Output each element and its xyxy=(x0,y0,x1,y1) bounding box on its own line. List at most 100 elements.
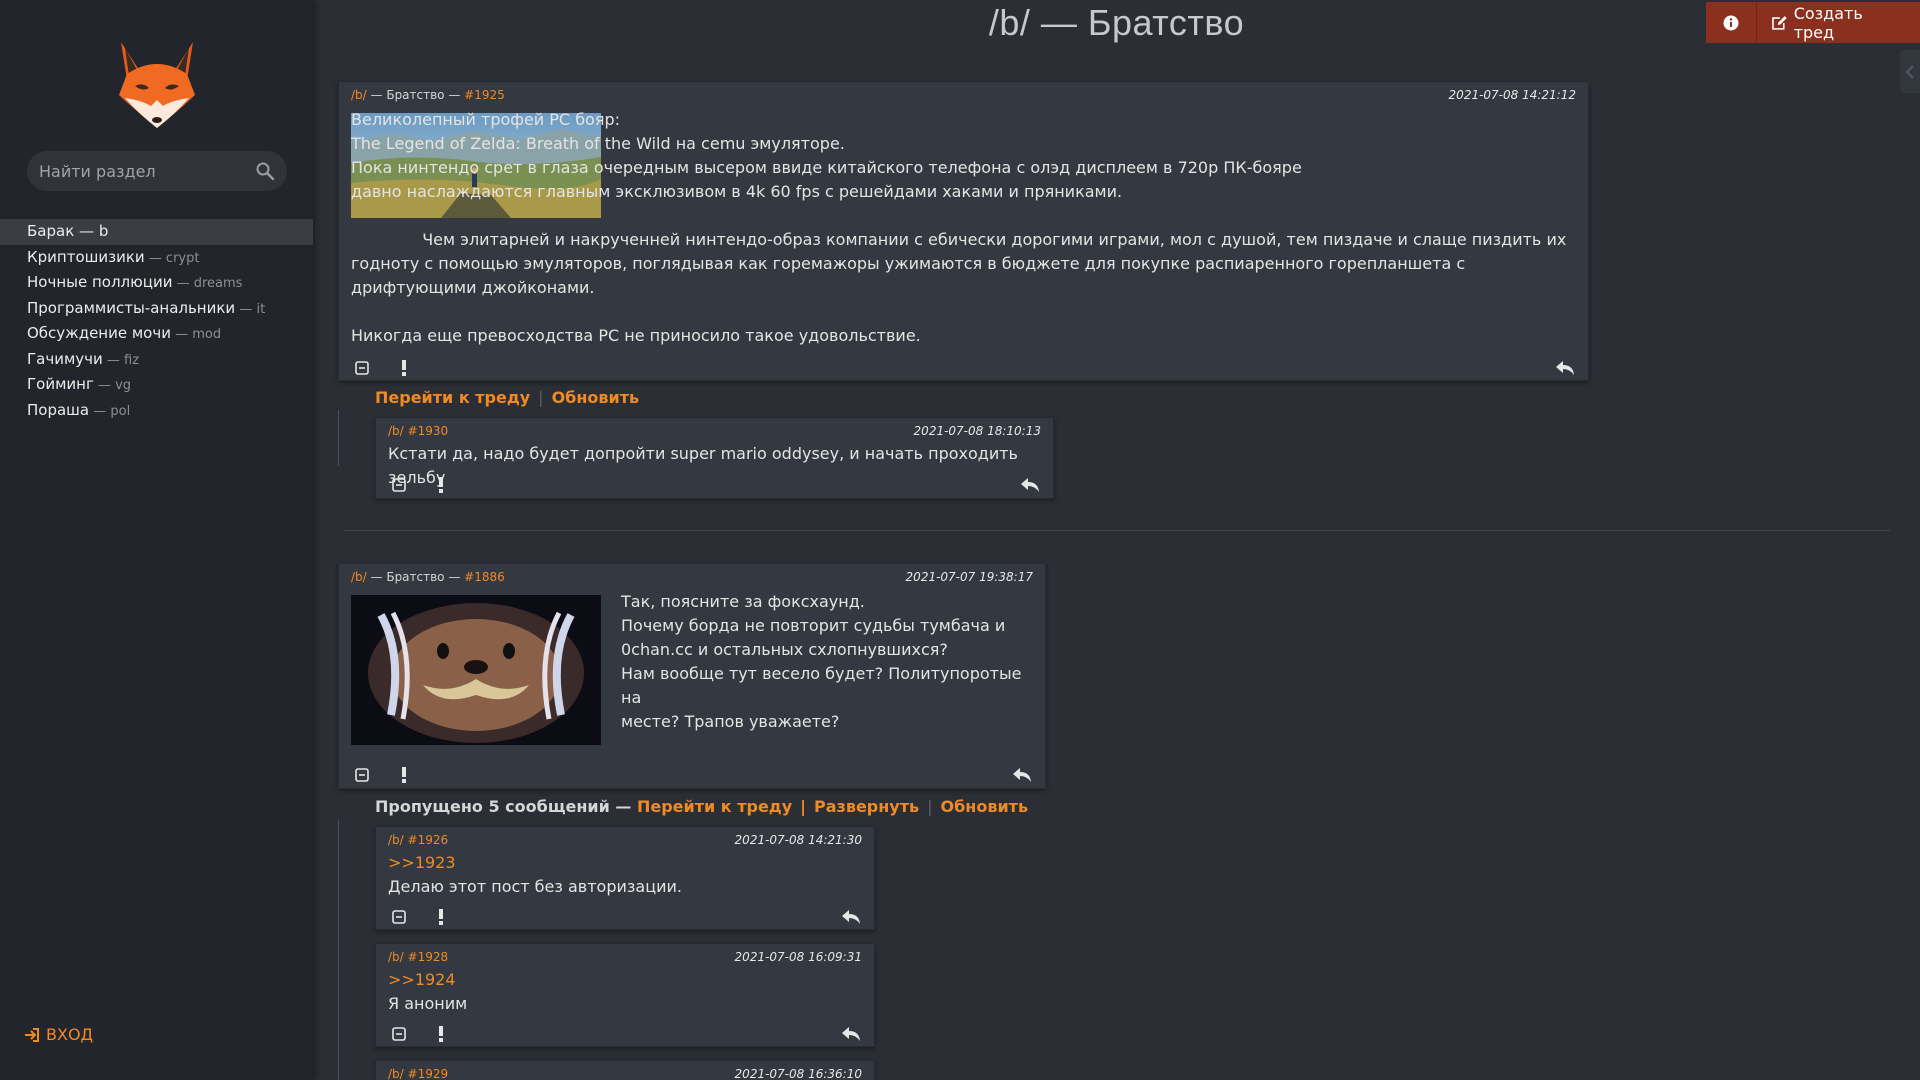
sidebar-item-separator: — xyxy=(102,352,125,368)
expand-thread-link[interactable]: Развернуть xyxy=(814,797,919,816)
post-date: 2021-07-08 16:36:10 xyxy=(734,1067,862,1080)
reply-button[interactable] xyxy=(1019,474,1041,496)
sidebar-item-crypt[interactable]: Криптошизики — crypt xyxy=(0,245,313,271)
post-actions xyxy=(351,357,1576,379)
report-post-button[interactable] xyxy=(430,474,452,496)
reply-post: /b/ #1930 2021-07-08 18:10:13 Кстати да,… xyxy=(375,417,1054,499)
sidebar-item-separator: — xyxy=(172,276,194,291)
link-separator: | xyxy=(927,797,933,816)
refresh-thread-link[interactable]: Обновить xyxy=(552,388,640,407)
exclamation-icon xyxy=(439,909,443,925)
sidebar-item-it[interactable]: Программисты-анальники — it xyxy=(0,296,313,322)
sidebar: Барак — b Криптошизики — crypt Ночные по… xyxy=(0,0,313,1080)
post-actions xyxy=(351,764,1033,786)
post-body: >>1923 Делаю этот пост без авторизации. xyxy=(388,851,864,899)
sidebar-item-fiz[interactable]: Гачимучи — fiz xyxy=(0,347,313,373)
post-body: >>1924 Я аноним xyxy=(388,968,864,1016)
post-thumbnail[interactable] xyxy=(351,595,601,745)
post-number-link[interactable]: #1930 xyxy=(408,424,449,438)
sidebar-item-dreams[interactable]: Ночные поллюции — dreams xyxy=(0,270,313,296)
board-link[interactable]: /b/ xyxy=(351,88,367,102)
reply-button[interactable] xyxy=(1011,764,1033,786)
sidebar-item-short: pol xyxy=(110,403,131,419)
board-link[interactable]: /b/ xyxy=(351,570,367,584)
search-input[interactable] xyxy=(39,161,255,181)
board-link[interactable]: /b/ xyxy=(388,424,404,438)
post-header: /b/ #1928 2021-07-08 16:09:31 xyxy=(388,950,862,966)
hide-post-button[interactable] xyxy=(351,764,373,786)
post-date: 2021-07-08 16:09:31 xyxy=(734,950,862,964)
post-date: 2021-07-08 18:10:13 xyxy=(913,424,1041,438)
post-header: /b/ #1929 2021-07-08 16:36:10 xyxy=(388,1067,862,1080)
info-button[interactable] xyxy=(1706,2,1758,43)
report-post-button[interactable] xyxy=(430,906,452,928)
sidebar-item-pol[interactable]: Пораша — pol xyxy=(0,398,313,424)
post-text: Так, поясните за фоксхаунд. Почему борда… xyxy=(621,592,1022,731)
post-text: Великолепный трофей PC бояр: The Legend … xyxy=(351,110,1567,345)
board-link[interactable]: /b/ xyxy=(388,1067,404,1080)
thread-op-post: /b/ — Братство — #1886 2021-07-07 19:38:… xyxy=(338,563,1046,789)
search-icon[interactable] xyxy=(255,161,275,181)
refresh-thread-link[interactable]: Обновить xyxy=(941,797,1029,816)
post-number-link[interactable]: #1926 xyxy=(408,833,449,847)
sidebar-item-short: crypt xyxy=(165,250,200,266)
collapse-panel-button[interactable] xyxy=(1900,50,1920,93)
reply-icon xyxy=(1021,478,1039,492)
sidebar-item-short: it xyxy=(256,301,266,317)
sidebar-item-separator: — xyxy=(89,403,111,419)
sidebar-item-label: Программисты-анальники xyxy=(27,298,236,317)
reply-button[interactable] xyxy=(840,1023,862,1045)
post-number-link[interactable]: #1929 xyxy=(408,1067,449,1080)
link-separator: | xyxy=(538,388,544,407)
post-actions xyxy=(388,906,862,928)
section-search[interactable] xyxy=(27,151,287,191)
post-actions xyxy=(388,474,1041,496)
hide-post-button[interactable] xyxy=(388,1023,410,1045)
exclamation-icon xyxy=(402,360,406,376)
minus-square-icon xyxy=(392,1027,406,1041)
reply-reference-link[interactable]: >>1923 xyxy=(388,851,864,875)
sidebar-item-vg[interactable]: Гойминг — vg xyxy=(0,372,313,398)
create-thread-button[interactable]: Создать тред xyxy=(1757,2,1920,43)
exclamation-icon xyxy=(439,1026,443,1042)
sidebar-item-separator: — xyxy=(170,327,193,342)
login-link[interactable]: ВХОД xyxy=(24,1025,93,1044)
reply-button[interactable] xyxy=(1554,357,1576,379)
fox-logo-icon[interactable] xyxy=(117,40,197,130)
sidebar-item-label: Криптошизики xyxy=(27,247,145,266)
reply-icon xyxy=(1013,768,1031,782)
sidebar-item-mod[interactable]: Обсуждение мочи — mod xyxy=(0,321,313,347)
report-post-button[interactable] xyxy=(430,1023,452,1045)
board-link[interactable]: /b/ xyxy=(388,950,404,964)
hide-post-button[interactable] xyxy=(351,357,373,379)
sidebar-item-separator: — xyxy=(235,301,257,317)
reply-post: /b/ #1926 2021-07-08 14:21:30 >>1923 Дел… xyxy=(375,826,875,930)
post-header: /b/ — Братство — #1886 2021-07-07 19:38:… xyxy=(351,570,1033,586)
reply-post: /b/ #1928 2021-07-08 16:09:31 >>1924 Я а… xyxy=(375,943,875,1047)
reply-reference-link[interactable]: >>1924 xyxy=(388,968,864,992)
sidebar-item-b[interactable]: Барак — b xyxy=(0,219,313,245)
sidebar-item-short: b xyxy=(98,222,109,240)
sidebar-item-label: Барак xyxy=(27,222,75,240)
reply-post: /b/ #1929 2021-07-08 16:36:10 xyxy=(375,1060,875,1080)
exclamation-icon xyxy=(439,477,443,493)
post-number-link[interactable]: #1886 xyxy=(464,570,505,584)
minus-square-icon xyxy=(392,910,406,924)
hide-post-button[interactable] xyxy=(388,474,410,496)
post-header: /b/ #1930 2021-07-08 18:10:13 xyxy=(388,424,1041,440)
board-link[interactable]: /b/ xyxy=(388,833,404,847)
reply-button[interactable] xyxy=(840,906,862,928)
post-header: /b/ #1926 2021-07-08 14:21:30 xyxy=(388,833,862,849)
goto-thread-link[interactable]: Перейти к треду xyxy=(637,797,792,816)
post-number-link[interactable]: #1928 xyxy=(408,950,449,964)
report-post-button[interactable] xyxy=(393,764,415,786)
post-number-link[interactable]: #1925 xyxy=(464,88,505,102)
hide-post-button[interactable] xyxy=(388,906,410,928)
sign-in-icon xyxy=(25,1027,39,1042)
edit-icon xyxy=(1772,15,1787,30)
post-date: 2021-07-08 14:21:30 xyxy=(734,833,862,847)
login-label: ВХОД xyxy=(46,1025,94,1044)
minus-square-icon xyxy=(392,478,406,492)
goto-thread-link[interactable]: Перейти к треду xyxy=(375,388,530,407)
report-post-button[interactable] xyxy=(393,357,415,379)
